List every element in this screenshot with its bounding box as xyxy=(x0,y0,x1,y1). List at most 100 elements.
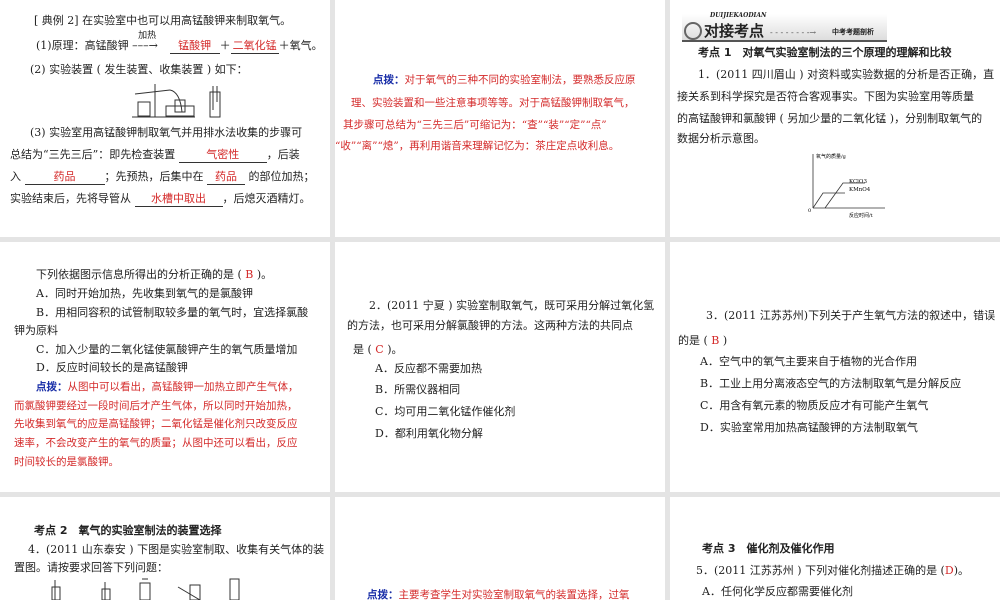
steps-text: ，后装 xyxy=(266,148,300,161)
hint-line: 点拨：主要考查学生对实验室制取氧气的装置选择，过氧 xyxy=(367,588,630,600)
hint-line: 而氯酸钾要经过一段时间后才产生气体，所以同时开始加热， xyxy=(14,400,298,412)
x-axis-label: 反应时间/t xyxy=(849,212,873,219)
stem-text: 是 ( xyxy=(353,343,372,356)
question-line: 的方法，也可采用分解氯酸钾的方法。这两种方法的共同点 xyxy=(347,319,633,332)
option-a: A．空气中的氧气主要来自于植物的光合作用 xyxy=(700,355,917,368)
plus-sign: ＋ xyxy=(219,39,231,52)
hint-line: 点拨：从图中可以看出，高锰酸钾一加热立即产生气体， xyxy=(36,380,299,394)
banner-dashes: - - - - - - - -→ xyxy=(770,28,817,37)
hint-line: “收”“离”“熄”，再利用谐音来理解记忆为：茶庄定点收利息。 xyxy=(335,140,620,152)
stem-text: )。 xyxy=(256,268,273,281)
stem-text: ) xyxy=(722,334,728,347)
hint-line: 时间较长的是氯酸钾。 xyxy=(14,456,119,468)
steps-text: ；先预热，后集中在 xyxy=(104,170,204,183)
answer-mark: D xyxy=(944,564,954,577)
slide-panel-hint-1: 点拨：对于氧气的三种不同的实验室制法，要熟悉反应原 理、实验装置和一些注意事项等… xyxy=(335,0,665,237)
principle-suffix: ＋氧气。 xyxy=(278,39,323,52)
topic-title: 考点 1 对氧气实验室制法的三个原理的理解和比较 xyxy=(698,46,952,59)
steps-text: ，后熄灭酒精灯。 xyxy=(222,192,311,205)
question-line: 4．(2011 山东泰安 ) 下图是实验室制取、收集有关气体的装 xyxy=(28,543,325,556)
steps-line-3: 入 药品 ；先预热，后集中在 药品 的部位加热； xyxy=(10,170,315,185)
option-b: B．工业上用分离液态空气的方法制取氧气是分解反应 xyxy=(700,377,962,390)
steps-text: 入 xyxy=(10,170,21,183)
heat-arrow: 加热 –––→ xyxy=(132,31,158,52)
stem-text: 的是 ( xyxy=(678,334,708,347)
answer-remove-tube: 水槽中取出 xyxy=(134,192,223,207)
answer-mark: C xyxy=(375,343,384,356)
example-title: [ 典例 2] 在实验室中也可以用高锰酸钾来制取氧气。 xyxy=(34,14,292,27)
hint-line: 速率，不会改变产生的氧气的质量；从图中还可以看出，反应 xyxy=(14,437,298,449)
section-banner: DUIJIEKAODIAN 对接考点 - - - - - - - -→ 中考考题… xyxy=(682,12,902,42)
slide-panel-topic-2: 考点 2 氧气的实验室制法的装置选择 4．(2011 山东泰安 ) 下图是实验室… xyxy=(0,497,330,600)
hint-label: 点拨： xyxy=(373,74,405,86)
hint-line: 理、实验装置和一些注意事项等等。对于高锰酸钾制取氧气， xyxy=(351,97,635,109)
steps-line-1: (3) 实验室用高锰酸钾制取氧气并用排水法收集的步骤可 xyxy=(30,126,303,139)
slide-panel-topic-1: DUIJIEKAODIAN 对接考点 - - - - - - - -→ 中考考题… xyxy=(670,0,1000,237)
banner-pinyin: DUIJIEKAODIAN xyxy=(710,12,767,19)
banner-subtitle: 中考考题剖析 xyxy=(832,27,874,36)
steps-text: 的部位加热； xyxy=(248,170,315,183)
apparatus-diagram xyxy=(51,578,240,600)
option-d: D．都利用氧化物分解 xyxy=(375,427,483,440)
hint-text: 从图中可以看出，高锰酸钾一加热立即产生气体， xyxy=(67,381,299,393)
question-stem: 的是 ( B ) xyxy=(678,334,727,348)
question-line: 接关系到科学探究是否符合客观事实。下图为实验室用等质量 xyxy=(677,90,974,103)
steps-text: 总结为“三先三后”：即先检查装置 xyxy=(10,148,176,161)
question-line: 置图。请按要求回答下列问题： xyxy=(14,561,168,574)
question-stem: 是 ( C )。 xyxy=(353,343,403,357)
question-line: 的高锰酸钾和氯酸钾 ( 另加少量的二氧化锰 )，分别制取氧气的 xyxy=(677,112,983,125)
question-stem: 5．(2011 江苏苏州 ) 下列对催化剂描述正确的是 (D)。 xyxy=(696,564,969,578)
legend-kclo3: KClO3 xyxy=(849,179,867,185)
principle-prefix: (1)原理：高锰酸钾 xyxy=(36,39,129,52)
option-b: B．所需仪器相同 xyxy=(375,383,461,396)
slide-panel-hint-2: 点拨：主要考查学生对实验室制取氧气的装置选择，过氧 xyxy=(335,497,665,600)
stem-text: )。 xyxy=(387,343,403,356)
legend-kmno4: KMnO4 xyxy=(849,187,871,193)
answer-product2: 二氧化锰 xyxy=(230,39,279,54)
option-c: C．加入少量的二氧化锰使氯酸钾产生的氧气质量增加 xyxy=(36,343,298,356)
hint-label: 点拨： xyxy=(36,381,68,393)
slide-panel-example: [ 典例 2] 在实验室中也可以用高锰酸钾来制取氧气。 (1)原理：高锰酸钾 加… xyxy=(0,0,330,237)
option-a: A．反应都不需要加热 xyxy=(375,362,482,375)
option-a: A．同时开始加热，先收集到氧气的是氯酸钾 xyxy=(36,287,253,300)
stem-text: )。 xyxy=(953,564,969,577)
answer-reagent: 药品 xyxy=(24,170,105,185)
steps-line-2: 总结为“三先三后”：即先检查装置 气密性 ，后装 xyxy=(10,148,300,163)
steps-line-4: 实验结束后，先将导管从 水槽中取出 ，后熄灭酒精灯。 xyxy=(10,192,311,207)
question-line: 2．(2011 宁夏 ) 实验室制取氧气，既可采用分解过氧化氢 xyxy=(369,299,655,312)
option-d: D．反应时间较长的是高锰酸钾 xyxy=(36,361,188,374)
topic-title: 考点 3 催化剂及催化作用 xyxy=(702,542,835,555)
answer-mark: B xyxy=(711,334,720,347)
stem-text: 5．(2011 江苏苏州 ) 下列对催化剂描述正确的是 ( xyxy=(696,564,945,577)
apparatus-diagram xyxy=(132,84,221,118)
question-line: 3．(2011 江苏苏州)下列关于产生氧气方法的叙述中，错误 xyxy=(706,309,996,322)
slide-panel-question-3: 3．(2011 江苏苏州)下列关于产生氧气方法的叙述中，错误 的是 ( B ) … xyxy=(670,242,1000,492)
answer-reagent-position: 药品 xyxy=(207,170,245,185)
principle-line: (1)原理：高锰酸钾 加热 –––→ 锰酸钾＋二氧化锰 ＋氧气。 xyxy=(36,31,323,54)
question-line: 数据分析示意图。 xyxy=(677,132,765,145)
hint-line: 其步骤可总结为“三先三后”可缩记为：“查”“装”“定”“点” xyxy=(343,119,607,131)
heat-label: 加热 xyxy=(138,31,157,41)
option-a: A．任何化学反应都需要催化剂 xyxy=(702,585,853,598)
series-kmno4-line xyxy=(812,192,845,209)
stem-text: 下列依据图示信息所得出的分析正确的是 ( xyxy=(36,268,242,281)
option-c: C．用含有氧元素的物质反应才有可能产生氧气 xyxy=(700,399,929,412)
oxygen-mass-chart: 氧气的质量/g KClO3 KMnO4 0 反应时间/t xyxy=(808,153,885,219)
option-c: C．均可用二氧化锰作催化剂 xyxy=(375,405,516,418)
slide-panel-question-1-options: 下列依据图示信息所得出的分析正确的是 ( B )。 A．同时开始加热，先收集到氧… xyxy=(0,242,330,492)
option-d: D．实验室常用加热高锰酸钾的方法制取氧气 xyxy=(700,421,918,434)
question-stem: 下列依据图示信息所得出的分析正确的是 ( B )。 xyxy=(36,268,272,282)
hint-label: 点拨： xyxy=(367,589,399,600)
hint-line: 先收集到氧气的应是高锰酸钾；二氧化锰是催化剂只改变反应 xyxy=(14,418,298,430)
hint-text: 主要考查学生对实验室制取氧气的装置选择，过氧 xyxy=(398,589,630,600)
hint-text: 对于氧气的三种不同的实验室制法，要熟悉反应原 xyxy=(404,74,636,86)
slide-panel-topic-3: 考点 3 催化剂及催化作用 5．(2011 江苏苏州 ) 下列对催化剂描述正确的… xyxy=(670,497,1000,600)
origin-label: 0 xyxy=(808,208,811,214)
answer-airtightness: 气密性 xyxy=(178,148,267,163)
steps-text: 实验结束后，先将导管从 xyxy=(10,192,131,205)
slide-panel-question-2: 2．(2011 宁夏 ) 实验室制取氧气，既可采用分解过氧化氢 的方法，也可采用… xyxy=(335,242,665,492)
hint-line: 点拨：对于氧气的三种不同的实验室制法，要熟悉反应原 xyxy=(373,73,636,87)
option-b: B．用相同容积的试管制取较多量的氧气时，宜选择氯酸 xyxy=(36,306,309,319)
y-axis-label: 氧气的质量/g xyxy=(816,153,847,160)
topic-title: 考点 2 氧气的实验室制法的装置选择 xyxy=(34,524,222,537)
